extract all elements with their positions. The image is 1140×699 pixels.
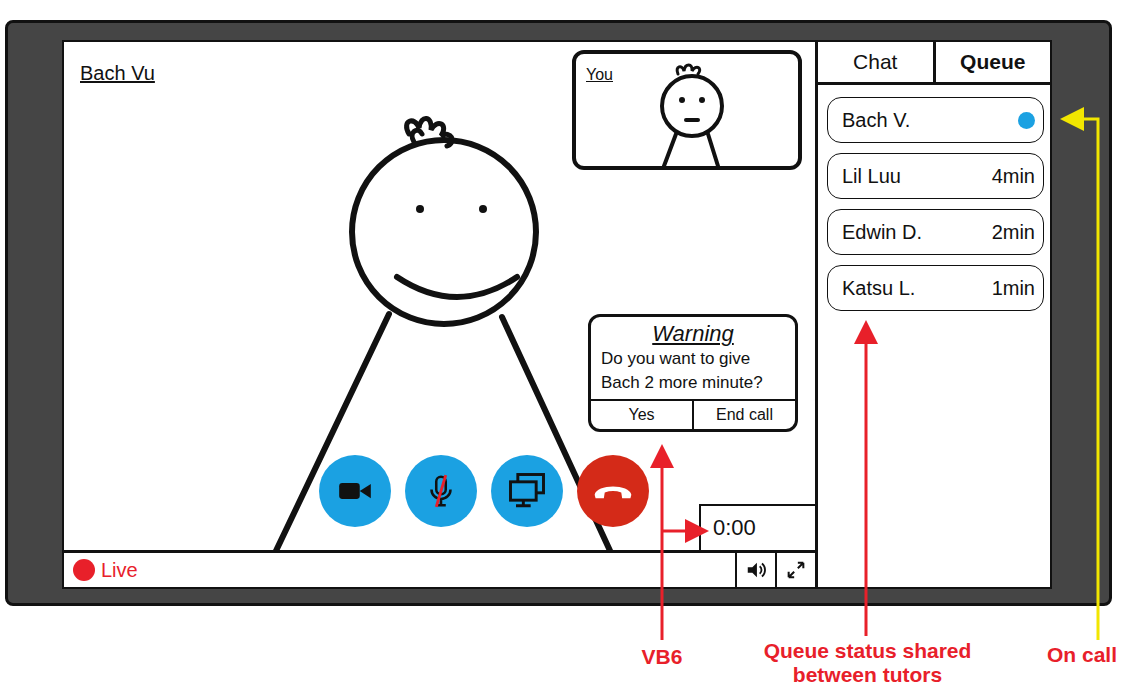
end-call-button[interactable] xyxy=(577,455,649,527)
queue-wait: 2min xyxy=(992,221,1035,244)
queue-wait: 1min xyxy=(992,277,1035,300)
microphone-icon xyxy=(422,472,460,510)
annotation-arrows-icon xyxy=(0,0,1140,699)
video-view: Bach Vu You WarningDo you want to give Bac… xyxy=(64,42,815,550)
volume-button[interactable] xyxy=(735,553,775,587)
call-controls xyxy=(319,455,649,527)
tab[interactable]: Queue xyxy=(933,42,1051,82)
call-timer: 0:00 xyxy=(699,504,815,550)
warning-buttons: YesEnd call xyxy=(591,399,795,429)
queue-item[interactable]: Edwin D. 2min xyxy=(827,209,1044,255)
screen-share-icon xyxy=(505,469,549,513)
camera-button[interactable] xyxy=(319,455,391,527)
live-dot xyxy=(73,559,95,581)
warning-button[interactable]: Yes xyxy=(591,401,692,429)
tab[interactable]: Chat xyxy=(818,42,933,82)
microphone-button[interactable] xyxy=(405,455,477,527)
queue-name: Katsu L. xyxy=(842,277,915,300)
warning-button[interactable]: End call xyxy=(692,401,795,429)
fullscreen-button[interactable] xyxy=(775,553,815,587)
self-view: You xyxy=(572,50,802,170)
volume-icon xyxy=(745,559,767,581)
screen: Bach Vu You WarningDo you want to give Bac… xyxy=(62,40,1052,589)
queue-item[interactable]: Katsu L. 1min xyxy=(827,265,1044,311)
hang-up-icon xyxy=(591,469,635,513)
queue-wait: 4min xyxy=(992,165,1035,188)
queue-name: Bach V. xyxy=(842,109,910,132)
camera-icon xyxy=(336,472,374,510)
annotation-label: On call xyxy=(1032,643,1132,667)
fullscreen-icon xyxy=(785,559,807,581)
device-frame: Bach Vu You WarningDo you want to give Bac… xyxy=(5,20,1112,606)
tab-bar: ChatQueue xyxy=(818,42,1050,85)
caller-name: Bach Vu xyxy=(80,62,155,85)
queue-item[interactable]: Bach V. xyxy=(827,97,1044,143)
warning-title: Warning xyxy=(591,317,795,347)
warning-message: Do you want to give Bach 2 more minute? xyxy=(591,347,795,399)
call-area: Bach Vu You WarningDo you want to give Bac… xyxy=(64,42,815,587)
annotation-label: Queue status shared between tutors xyxy=(745,639,990,687)
page: Bach Vu You WarningDo you want to give Bac… xyxy=(0,0,1140,699)
queue-name: Lil Luu xyxy=(842,165,901,188)
self-view-label: You xyxy=(586,66,613,84)
screen-share-button[interactable] xyxy=(491,455,563,527)
annotation-label: VB6 xyxy=(626,645,698,669)
queue-item[interactable]: Lil Luu 4min xyxy=(827,153,1044,199)
side-panel: ChatQueue Bach V. Lil Luu 4min Edwin D. 2min K… xyxy=(815,42,1050,587)
on-call-dot xyxy=(1018,112,1035,129)
live-label: Live xyxy=(101,559,735,582)
warning-dialog: WarningDo you want to give Bach 2 more m… xyxy=(588,314,798,432)
queue-name: Edwin D. xyxy=(842,221,922,244)
status-bar: Live xyxy=(64,550,815,587)
queue-list: Bach V. Lil Luu 4min Edwin D. 2min Katsu L. 1m… xyxy=(818,85,1050,311)
